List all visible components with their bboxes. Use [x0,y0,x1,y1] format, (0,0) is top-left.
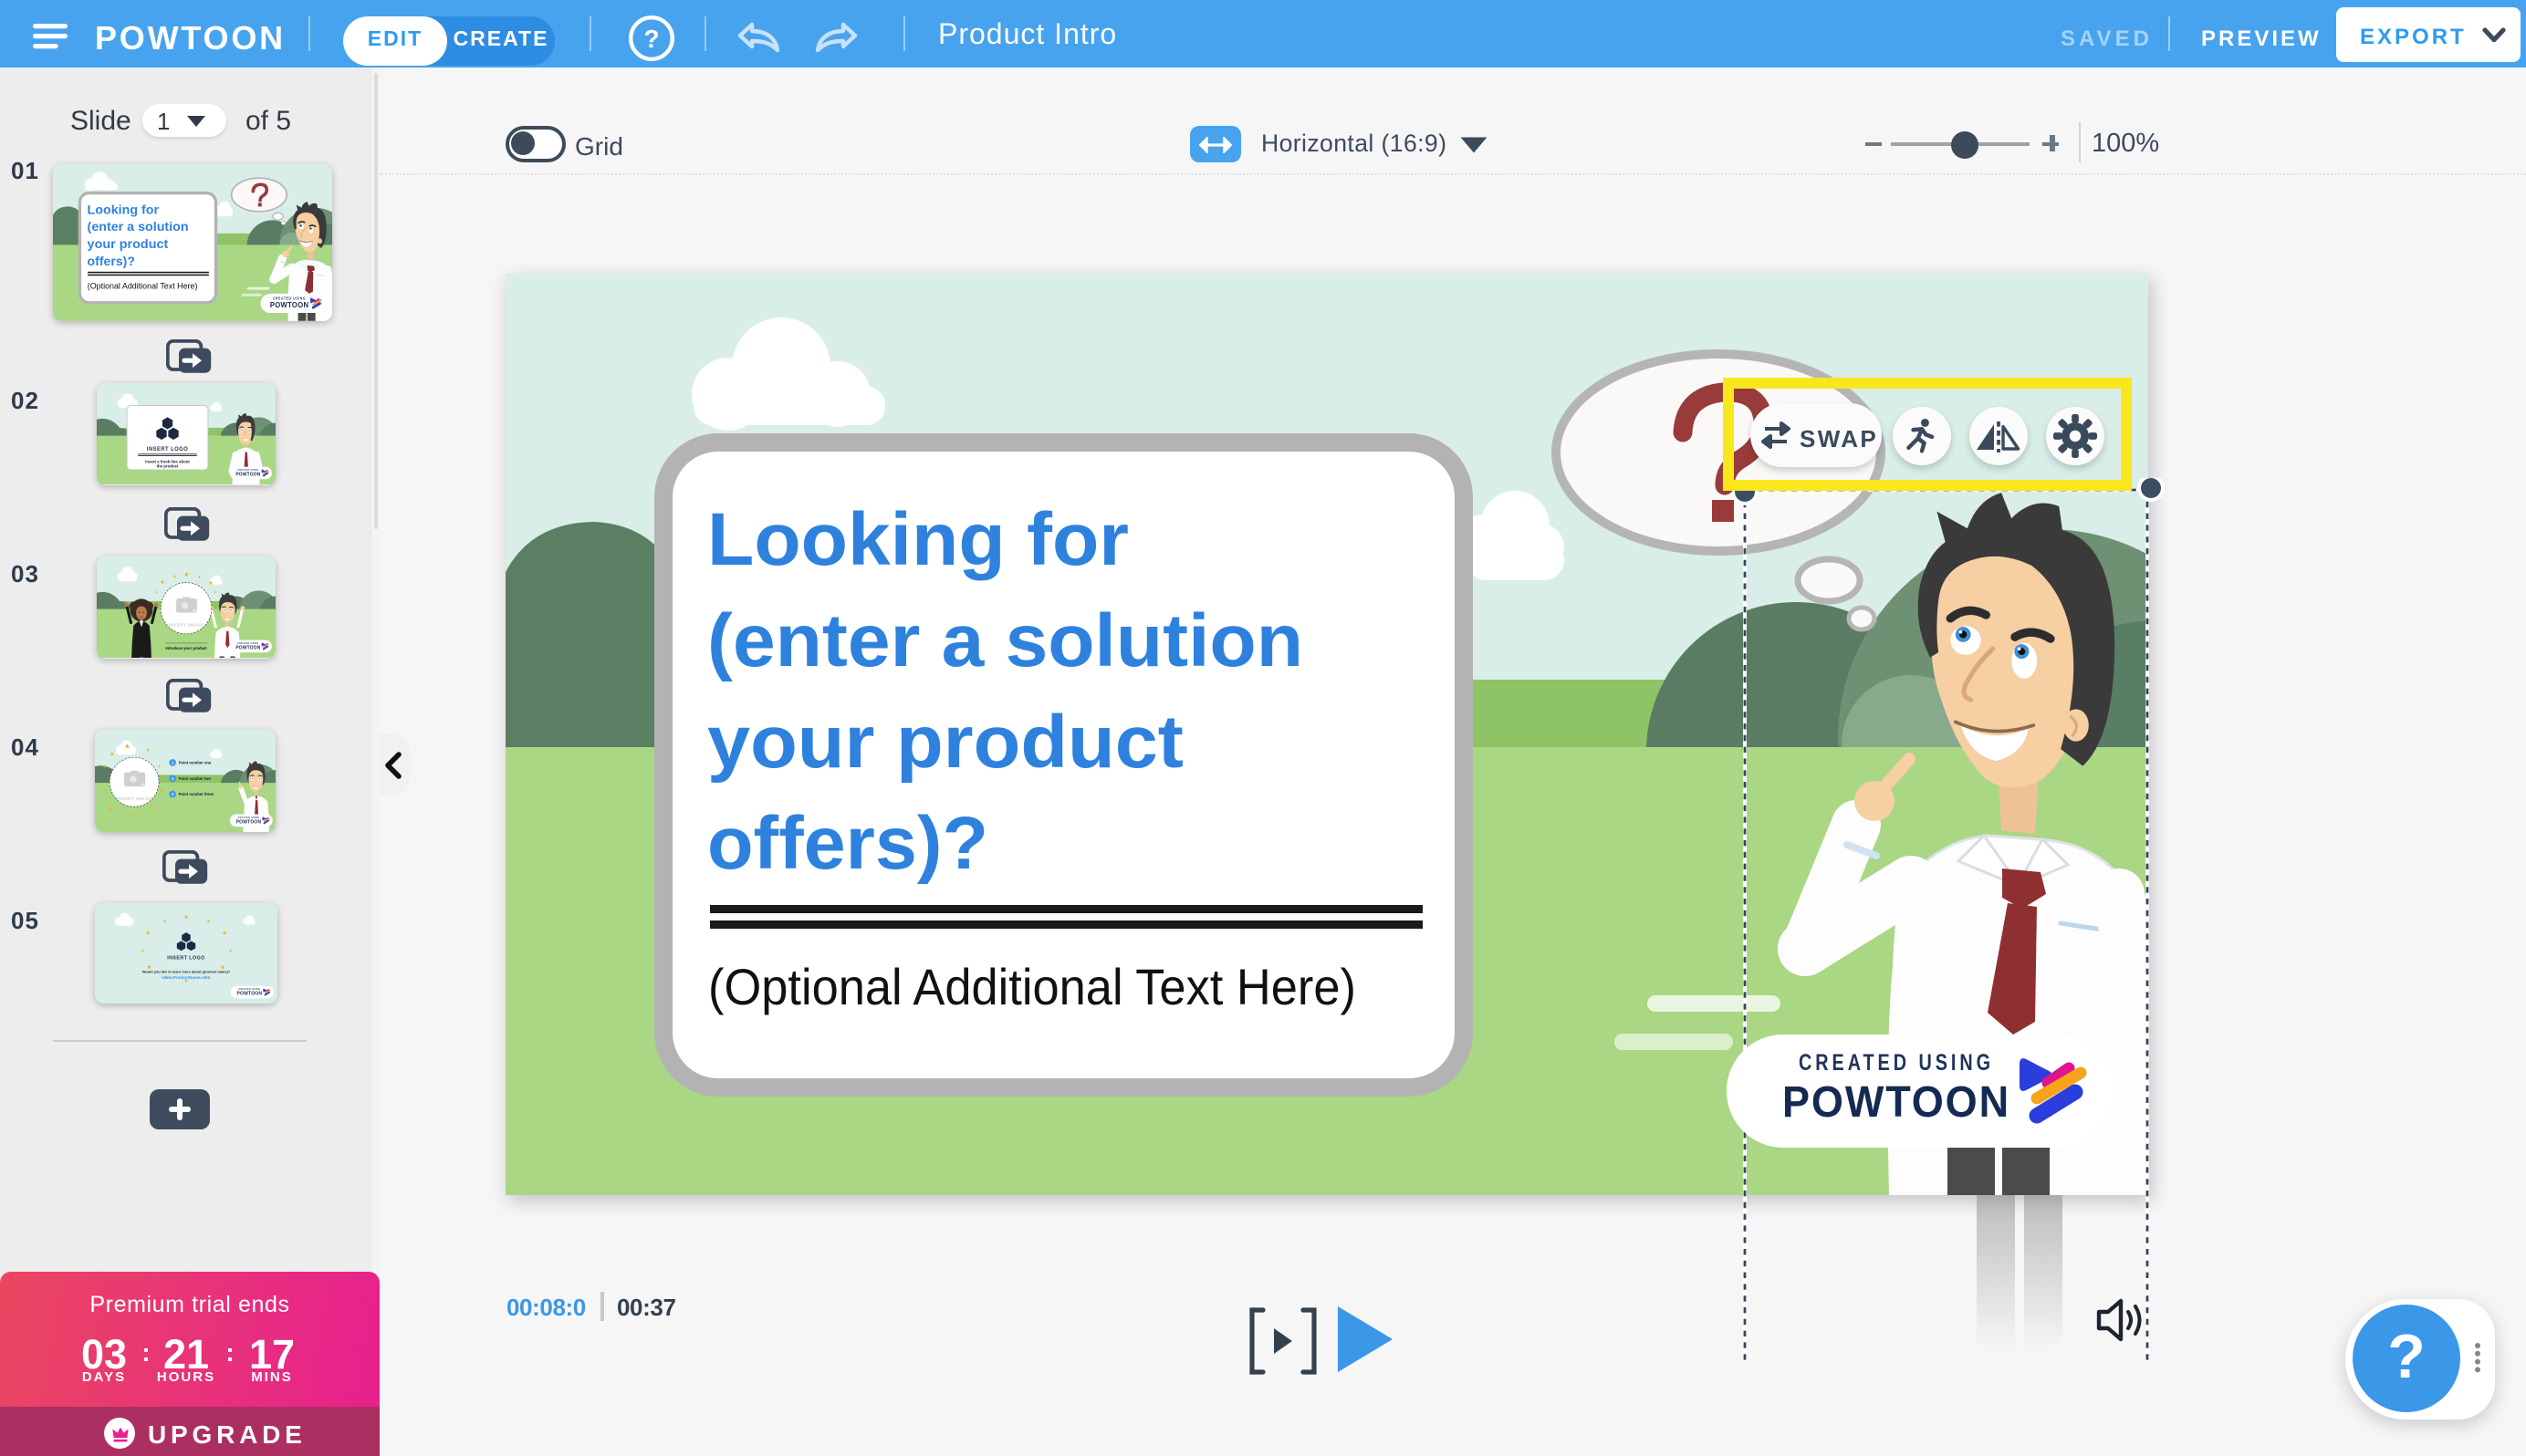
svg-text:?: ? [643,25,659,53]
